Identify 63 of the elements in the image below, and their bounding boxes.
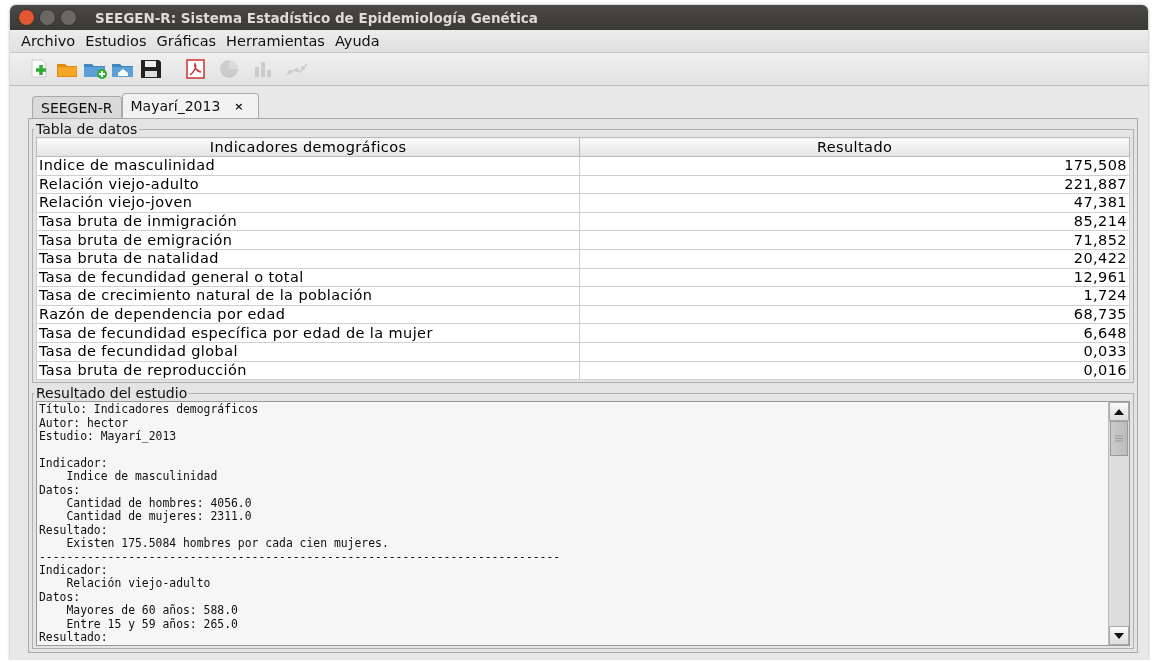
menu-item[interactable]: Herramientas xyxy=(221,33,330,49)
scroll-up-button[interactable] xyxy=(1109,402,1129,422)
text-line: Datos: xyxy=(39,590,82,605)
text-line: Datos: xyxy=(39,483,82,497)
table-cell: 68,735 xyxy=(579,305,1130,324)
grip-icon xyxy=(1115,435,1123,443)
tab[interactable]: SEEGEN-R xyxy=(32,96,122,118)
table-cell: Tasa de fecundidad específica por edad de la mujer xyxy=(36,323,580,343)
menu-item[interactable]: Archivo xyxy=(16,33,81,49)
tab[interactable]: Mayarí_2013 × xyxy=(121,93,259,118)
maximize-button[interactable] xyxy=(60,9,77,26)
table-cell: 175,508 xyxy=(579,156,1130,176)
minimize-button[interactable] xyxy=(39,9,56,26)
table-cell: 20,422 xyxy=(579,249,1130,269)
up-arrow-icon xyxy=(1114,408,1124,415)
close-button[interactable] xyxy=(18,9,35,26)
scrollbar-thumb[interactable] xyxy=(1110,421,1128,457)
text-line: Existen 175.5084 hombres por cada cien mujeres. xyxy=(65,537,390,551)
panel-title: Tabla de datos xyxy=(35,121,139,137)
text-line: Resultado: xyxy=(39,523,109,537)
table-cell: Relación viejo-adulto xyxy=(36,175,580,194)
table-cell: Tasa bruta de inmigración xyxy=(36,212,580,231)
text-line: Indice de masculinidad xyxy=(65,470,219,484)
text-line: Título: Indicadores demográficos xyxy=(39,403,260,417)
menu-item[interactable]: Estudios xyxy=(80,33,152,49)
table-cell: 221,887 xyxy=(579,175,1130,194)
table-cell: Razón de dependencia por edad xyxy=(36,305,580,324)
table-cell: 12,961 xyxy=(579,268,1130,287)
window-title: SEEGEN-R: Sistema Estadístico de Epidemiología Genética xyxy=(95,9,538,26)
text-line: Cantidad de hombres: 4056.0 xyxy=(65,496,253,510)
text-line: ---------------------------------------------------------------------------- xyxy=(39,550,562,564)
table-cell: Tasa de fecundidad global xyxy=(36,342,580,362)
text-line: Indicador: xyxy=(39,456,109,470)
text-line: Entre 15 y 59 años: 265.0 xyxy=(65,617,239,631)
menu-item[interactable]: Ayuda xyxy=(329,33,385,49)
table-cell: Relación viejo-joven xyxy=(36,193,580,213)
table-cell: 0,033 xyxy=(579,342,1130,362)
text-line: Autor: hector xyxy=(39,416,130,430)
close-tab-button[interactable]: × xyxy=(234,99,244,113)
column-header[interactable]: Resultado xyxy=(579,137,1130,157)
text-line: Resultado: xyxy=(39,631,109,645)
menu-item[interactable]: Gráficas xyxy=(151,33,222,49)
table-cell: Tasa de crecimiento natural de la población xyxy=(36,286,580,306)
table-cell: 0,016 xyxy=(579,361,1130,380)
table-cell: 6,648 xyxy=(579,323,1130,343)
table-cell: Tasa bruta de natalidad xyxy=(36,249,580,269)
text-line: Cantidad de mujeres: 2311.0 xyxy=(65,510,253,524)
table-cell: 71,852 xyxy=(579,230,1130,250)
text-line: Indicador: xyxy=(39,564,109,577)
table-cell: Tasa bruta de reproducción xyxy=(36,361,580,380)
down-arrow-icon xyxy=(1114,632,1124,639)
table-cell: Tasa de fecundidad general o total xyxy=(36,268,580,287)
panel-title: Resultado del estudio xyxy=(35,385,189,402)
text-line: Relación viejo-adulto xyxy=(65,577,212,591)
table-cell: Tasa bruta de emigración xyxy=(36,230,580,250)
table-cell: 1,724 xyxy=(579,286,1130,306)
scroll-down-button[interactable] xyxy=(1109,626,1129,646)
table-cell: Indice de masculinidad xyxy=(36,156,580,176)
table-cell: 47,381 xyxy=(579,193,1130,213)
table-cell: 85,214 xyxy=(579,212,1130,231)
text-line: Mayores de 60 años: 588.0 xyxy=(65,604,239,618)
text-line: Estudio: Mayarí_2013 xyxy=(39,429,178,444)
column-header[interactable]: Indicadores demográficos xyxy=(36,137,580,157)
